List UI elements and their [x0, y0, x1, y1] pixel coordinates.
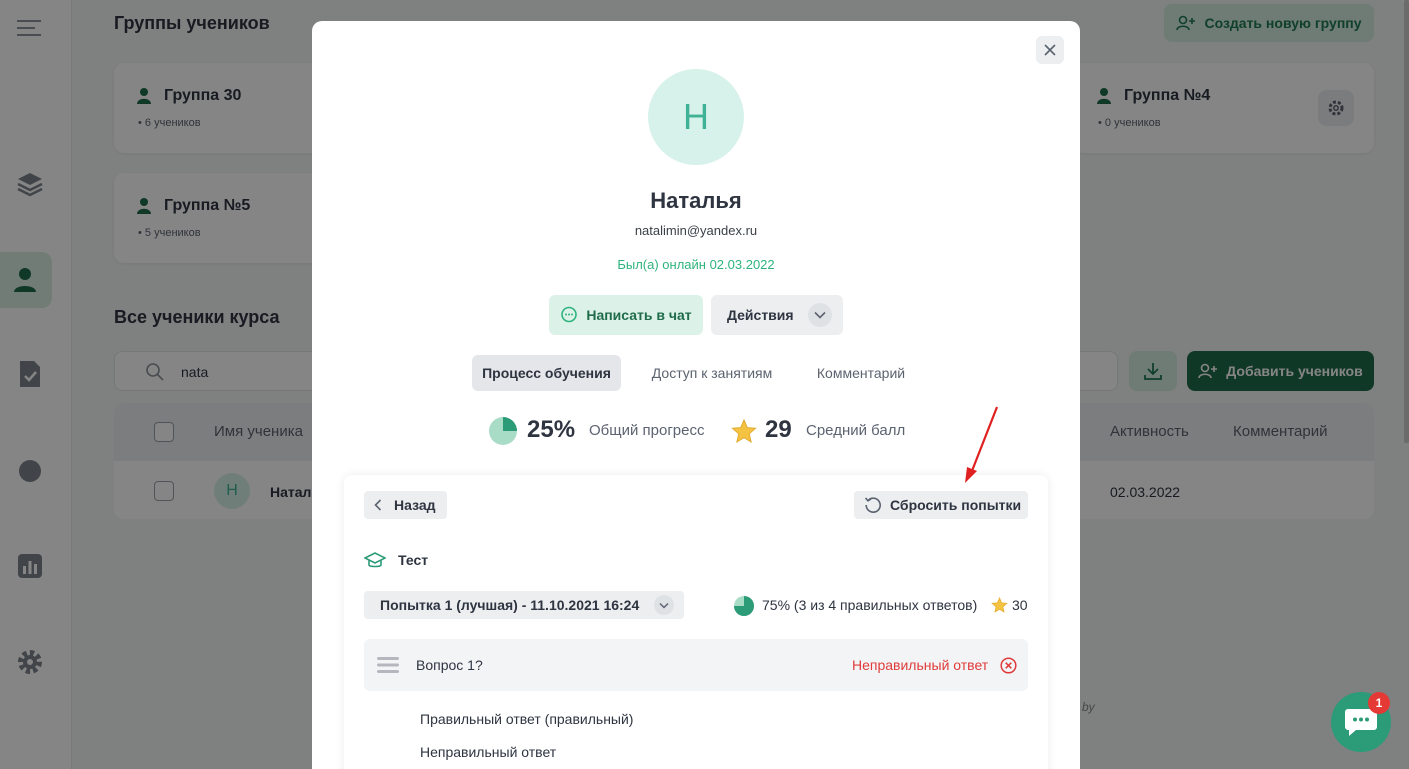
progress-value: 25% — [527, 416, 576, 443]
chat-bubble-icon — [561, 306, 578, 323]
star-icon — [991, 597, 1008, 613]
graduation-cap-icon — [364, 552, 386, 568]
test-result-panel: Назад Сбросить попытки Тест Попытка 1 (л… — [344, 475, 1048, 769]
attempt-select[interactable]: Попытка 1 (лучшая) - 11.10.2021 16:24 — [364, 591, 684, 619]
chevron-left-icon — [374, 499, 382, 511]
notification-badge: 1 — [1368, 692, 1390, 714]
close-icon — [1044, 44, 1056, 56]
write-to-chat-button[interactable]: Написать в чат — [549, 295, 703, 335]
reset-label: Сбросить попытки — [890, 497, 1022, 513]
back-button[interactable]: Назад — [364, 491, 447, 519]
question-row[interactable]: Вопрос 1? Неправильный ответ — [364, 639, 1028, 691]
chevron-down-icon — [807, 303, 832, 327]
scrollbar[interactable] — [1404, 0, 1409, 443]
question-title: Вопрос 1? — [416, 657, 483, 673]
tab-learning-process[interactable]: Процесс обучения — [472, 355, 621, 391]
test-result: 75% (3 из 4 правильных ответов) — [762, 597, 978, 613]
progress-label: Общий прогресс — [589, 422, 705, 439]
list-icon — [377, 657, 399, 673]
reset-icon — [864, 497, 881, 513]
question-status: Неправильный ответ — [852, 657, 989, 673]
tab-comment[interactable]: Комментарий — [802, 355, 920, 391]
reset-attempts-button[interactable]: Сбросить попытки — [854, 491, 1028, 519]
student-modal: Н Наталья natalimin@yandex.ru Был(а) онл… — [312, 21, 1080, 769]
online-status: Был(а) онлайн 02.03.2022 — [617, 257, 775, 272]
attempt-select-value: Попытка 1 (лучшая) - 11.10.2021 16:24 — [380, 597, 640, 613]
student-name: Наталья — [650, 188, 742, 213]
answer-item: Правильный ответ (правильный) — [420, 711, 634, 727]
actions-label: Действия — [727, 307, 794, 323]
answer-item: Неправильный ответ — [420, 744, 557, 760]
test-score: 30 — [1012, 597, 1028, 613]
error-circle-icon — [1000, 657, 1017, 674]
back-label: Назад — [394, 497, 436, 513]
chat-button-label: Написать в чат — [586, 307, 692, 323]
tab-lesson-access[interactable]: Доступ к занятиям — [637, 355, 787, 391]
chevron-down-icon — [654, 595, 674, 615]
result-pie-icon — [734, 596, 754, 616]
annotation-arrow — [965, 406, 999, 483]
star-icon — [731, 419, 757, 443]
avg-score-label: Средний балл — [806, 422, 906, 439]
actions-dropdown[interactable]: Действия — [711, 295, 843, 335]
student-email: natalimin@yandex.ru — [634, 223, 758, 238]
test-title: Тест — [398, 552, 429, 568]
close-button[interactable] — [1036, 36, 1064, 64]
avatar: Н — [648, 69, 744, 165]
progress-pie-icon — [489, 417, 517, 445]
avg-score-value: 29 — [765, 416, 792, 443]
